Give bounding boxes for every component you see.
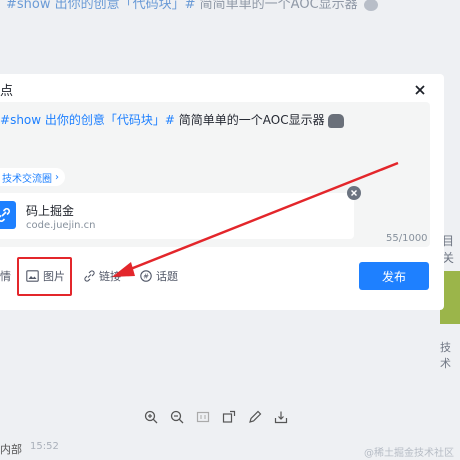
- background-tech-label: 技术: [440, 341, 451, 370]
- link-icon: [84, 270, 95, 282]
- circle-tag[interactable]: 技术交流圈 ›: [0, 168, 65, 186]
- tool-topic[interactable]: # 话题: [140, 263, 178, 289]
- link-icon: [0, 201, 16, 229]
- zoom-in-icon[interactable]: [142, 409, 159, 426]
- background-bottom-label: 内部: [0, 443, 22, 456]
- chevron-right-icon: ›: [55, 171, 59, 183]
- link-card[interactable]: 码上掘金 code.juejin.cn: [0, 193, 354, 239]
- post-editor[interactable]: #show 出你的创意「代码块」# 简简单单的一个AOC显示器 技术交流圈 › 码…: [0, 102, 430, 247]
- viewer-toolbar: [142, 406, 322, 428]
- rotate-icon[interactable]: [220, 409, 237, 426]
- watermark: @稀土掘金技术社区: [364, 448, 454, 459]
- tool-partial[interactable]: 情: [0, 263, 11, 289]
- editor-content[interactable]: #show 出你的创意「代码块」# 简简单单的一个AOC显示器: [0, 111, 344, 128]
- dialog-title: 点: [0, 84, 14, 99]
- char-count: 55/1000: [386, 233, 428, 244]
- link-card-url: code.juejin.cn: [26, 220, 96, 231]
- tool-link[interactable]: 链接: [84, 263, 121, 289]
- background-timestamp: 15:52: [30, 441, 59, 452]
- link-card-title: 码上掘金: [26, 204, 75, 218]
- background-article-title: #show 出你的创意「代码块」# 简简单单的一个AOC显示器: [6, 0, 378, 12]
- cat-emoji-icon: [363, 0, 378, 11]
- cat-emoji-icon: [327, 113, 344, 128]
- close-icon[interactable]: [412, 82, 428, 98]
- annotation-highlight-box: [17, 257, 72, 296]
- edit-icon[interactable]: [246, 409, 263, 426]
- topic-icon: #: [140, 270, 152, 282]
- publish-button[interactable]: 发布: [359, 262, 429, 290]
- remove-link-icon[interactable]: [347, 186, 361, 200]
- zoom-out-icon[interactable]: [168, 409, 185, 426]
- background-related-label: 目关: [442, 234, 455, 265]
- svg-text:#: #: [143, 273, 149, 281]
- fit-icon[interactable]: [194, 409, 211, 426]
- download-icon[interactable]: [272, 409, 289, 426]
